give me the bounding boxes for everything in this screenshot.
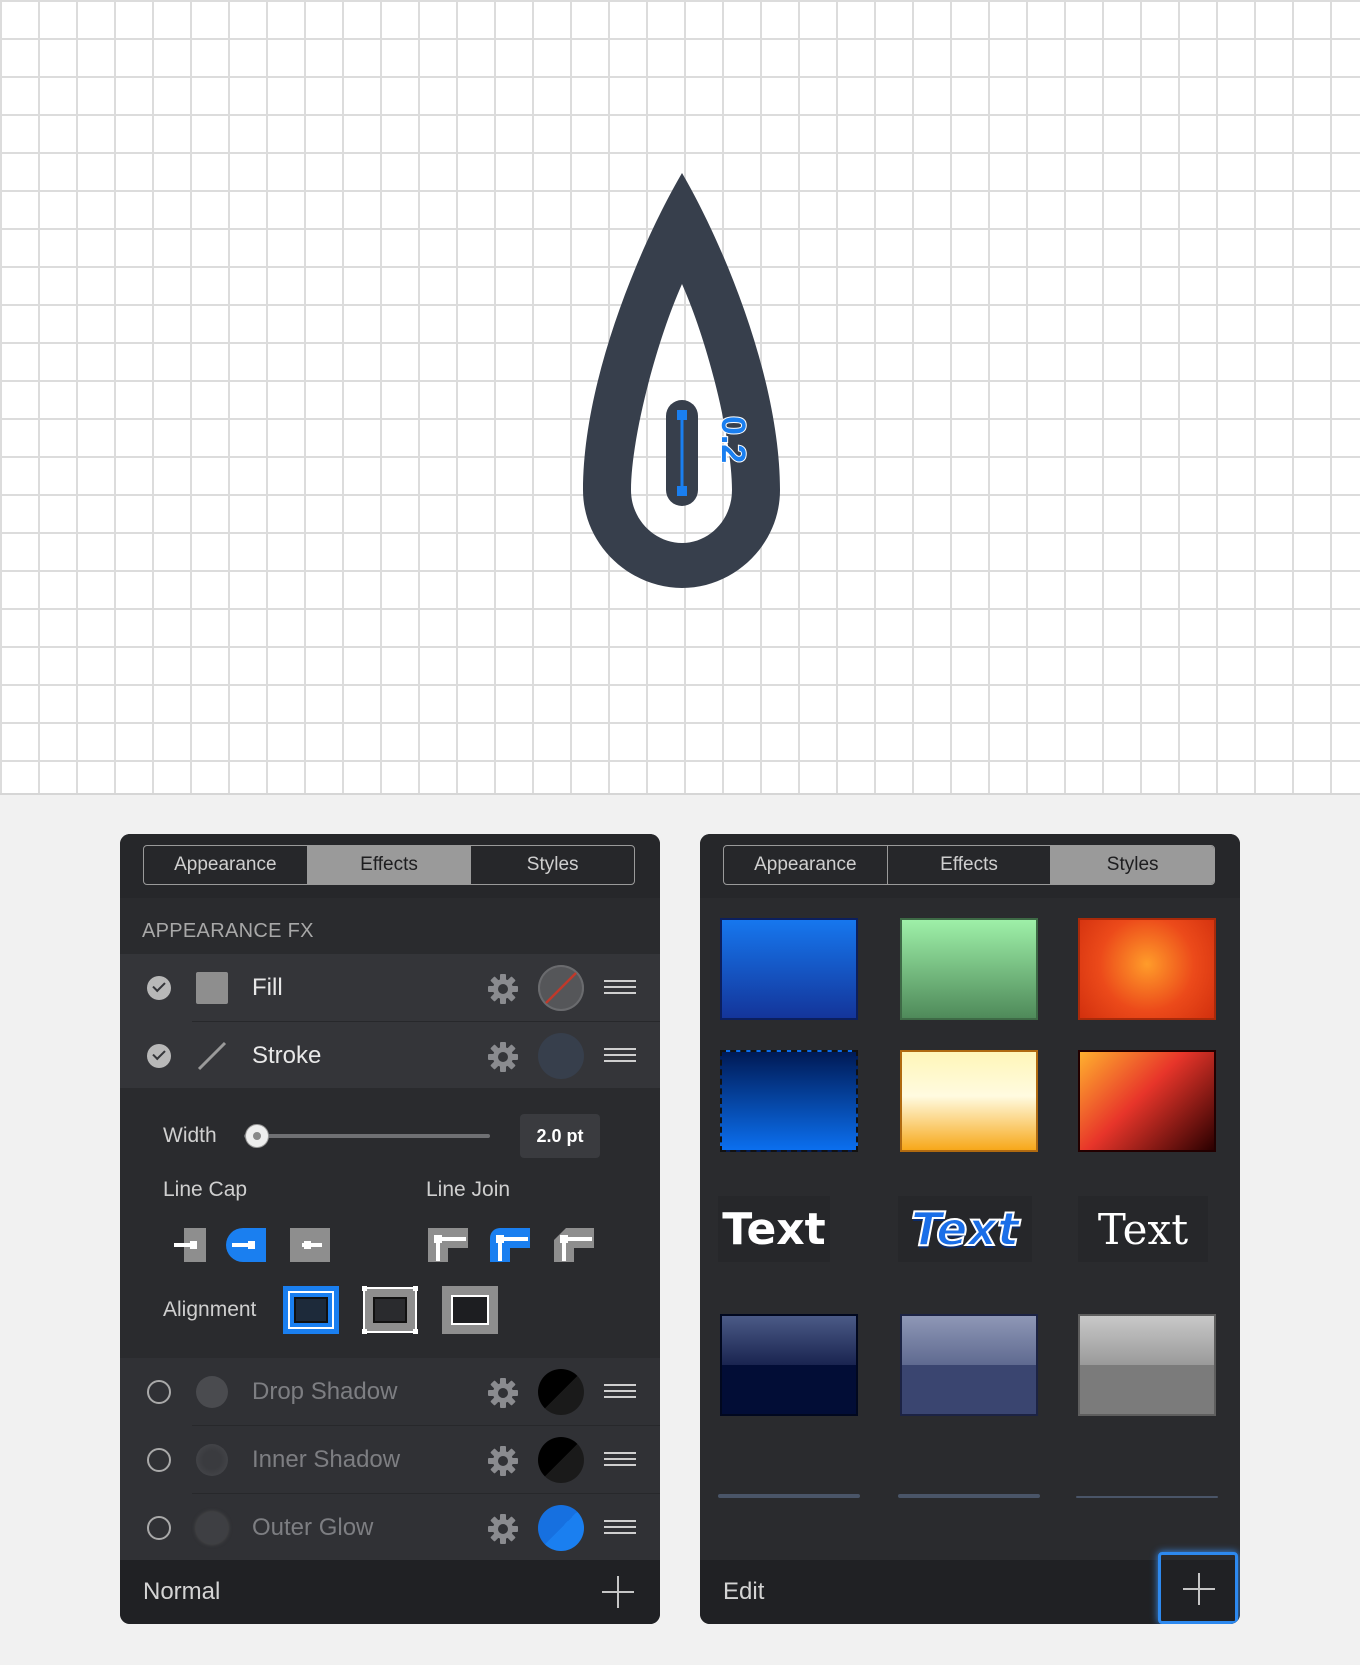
canvas-artwork: 0.2 bbox=[583, 173, 780, 588]
tab-styles[interactable]: Styles bbox=[1051, 846, 1214, 884]
butt-cap-icon[interactable] bbox=[172, 1228, 212, 1262]
align-center-icon[interactable] bbox=[362, 1286, 418, 1334]
edit-button[interactable]: Edit bbox=[723, 1578, 764, 1606]
bevel-join-icon[interactable] bbox=[554, 1228, 594, 1262]
text-style-label: Text bbox=[910, 1201, 1020, 1257]
style-swatch-partial[interactable] bbox=[898, 1494, 1040, 1498]
fx-label: Drop Shadow bbox=[252, 1378, 398, 1405]
square-cap-icon[interactable] bbox=[290, 1228, 330, 1262]
style-swatch-blue[interactable] bbox=[720, 918, 858, 1020]
drag-handle-icon[interactable] bbox=[604, 980, 636, 996]
checkmark-icon[interactable] bbox=[147, 1044, 171, 1068]
gear-icon[interactable] bbox=[487, 1513, 519, 1545]
add-effect-icon[interactable] bbox=[602, 1576, 634, 1608]
gear-icon[interactable] bbox=[487, 973, 519, 1005]
dimension-label: 0.2 bbox=[714, 416, 752, 463]
style-swatch-orange[interactable] bbox=[1078, 918, 1216, 1020]
gear-icon[interactable] bbox=[487, 1445, 519, 1477]
align-outside-icon[interactable] bbox=[442, 1286, 498, 1334]
checkmark-icon[interactable] bbox=[147, 976, 171, 1000]
style-swatch-gray[interactable] bbox=[1078, 1314, 1216, 1416]
shadow-color-swatch[interactable] bbox=[538, 1437, 584, 1483]
blend-mode-selector[interactable]: Normal bbox=[143, 1578, 220, 1606]
width-value-field[interactable]: 2.0 pt bbox=[520, 1114, 600, 1158]
align-inside-icon[interactable] bbox=[283, 1286, 339, 1334]
fx-row-drop-shadow[interactable]: Drop Shadow bbox=[120, 1358, 660, 1426]
drag-handle-icon[interactable] bbox=[604, 1048, 636, 1064]
fx-row-inner-shadow[interactable]: Inner Shadow bbox=[120, 1426, 660, 1494]
text-style-label: Text bbox=[722, 1203, 826, 1255]
panel-tabs: Appearance Effects Styles bbox=[143, 845, 635, 885]
miter-join-icon[interactable] bbox=[428, 1228, 468, 1262]
circle-icon bbox=[196, 1376, 228, 1408]
text-style-label: Text bbox=[1097, 1204, 1189, 1254]
drawing-canvas[interactable]: 0.2 bbox=[0, 0, 1360, 795]
alignment-label: Alignment bbox=[163, 1298, 257, 1321]
fx-row-stroke[interactable]: Stroke bbox=[120, 1022, 660, 1090]
text-style-comic[interactable]: Text bbox=[898, 1196, 1032, 1262]
text-style-serif[interactable]: Text bbox=[1078, 1196, 1208, 1262]
add-style-button[interactable] bbox=[1158, 1552, 1238, 1624]
gear-icon[interactable] bbox=[487, 1377, 519, 1409]
round-join-icon[interactable] bbox=[490, 1228, 530, 1262]
text-style-bold[interactable]: Text bbox=[718, 1196, 830, 1262]
tab-appearance[interactable]: Appearance bbox=[144, 846, 308, 884]
drag-handle-icon[interactable] bbox=[604, 1384, 636, 1400]
fill-swatch-none[interactable] bbox=[538, 965, 584, 1011]
line-stroke-icon bbox=[197, 1041, 227, 1071]
style-swatch-partial[interactable] bbox=[1076, 1496, 1218, 1498]
line-cap-label: Line Cap bbox=[163, 1178, 248, 1201]
tab-styles[interactable]: Styles bbox=[471, 846, 634, 884]
fx-row-outer-glow[interactable]: Outer Glow bbox=[120, 1494, 660, 1562]
style-swatch-yellow[interactable] bbox=[900, 1050, 1038, 1152]
style-swatch-navy[interactable] bbox=[720, 1314, 858, 1416]
styles-panel: Appearance Effects Styles Text Text Text… bbox=[700, 834, 1240, 1624]
appearance-panel: Appearance Effects Styles APPEARANCE FX … bbox=[120, 834, 660, 1624]
no-fill-slash-icon bbox=[545, 972, 577, 1004]
tab-appearance[interactable]: Appearance bbox=[724, 846, 888, 884]
tab-effects[interactable]: Effects bbox=[307, 846, 472, 884]
round-cap-icon[interactable] bbox=[226, 1228, 266, 1262]
stroke-options: Width 2.0 pt Line Cap Line Join Alignmen… bbox=[120, 1088, 660, 1358]
drag-handle-icon[interactable] bbox=[604, 1452, 636, 1468]
line-join-label: Line Join bbox=[426, 1178, 511, 1201]
tab-effects[interactable]: Effects bbox=[888, 846, 1052, 884]
style-swatch-partial[interactable] bbox=[718, 1494, 860, 1498]
unchecked-circle-icon[interactable] bbox=[147, 1380, 171, 1404]
unchecked-circle-icon[interactable] bbox=[147, 1516, 171, 1540]
width-label: Width bbox=[163, 1124, 217, 1147]
width-slider-track[interactable] bbox=[244, 1134, 490, 1138]
drag-handle-icon[interactable] bbox=[604, 1520, 636, 1536]
style-swatch-red-gradient[interactable] bbox=[1078, 1050, 1216, 1152]
fx-label: Inner Shadow bbox=[252, 1446, 401, 1473]
width-slider-knob[interactable] bbox=[246, 1125, 268, 1147]
anchor-point-bottom[interactable] bbox=[677, 486, 687, 496]
style-swatch-slate[interactable] bbox=[900, 1314, 1038, 1416]
fx-row-fill[interactable]: Fill bbox=[120, 954, 660, 1022]
circle-icon bbox=[196, 1512, 228, 1544]
fx-label: Stroke bbox=[252, 1042, 322, 1069]
gear-icon[interactable] bbox=[487, 1041, 519, 1073]
unchecked-circle-icon[interactable] bbox=[147, 1448, 171, 1472]
shadow-color-swatch[interactable] bbox=[538, 1369, 584, 1415]
style-swatch-green[interactable] bbox=[900, 918, 1038, 1020]
section-title: APPEARANCE FX bbox=[142, 920, 314, 942]
panel-footer: Normal bbox=[120, 1560, 660, 1624]
stroke-color-swatch[interactable] bbox=[538, 1033, 584, 1079]
panel-tabs: Appearance Effects Styles bbox=[723, 845, 1215, 885]
fx-label: Outer Glow bbox=[252, 1514, 374, 1541]
glow-color-swatch[interactable] bbox=[538, 1505, 584, 1551]
anchor-point-top[interactable] bbox=[677, 410, 687, 420]
plus-icon bbox=[1183, 1573, 1215, 1605]
circle-icon bbox=[196, 1444, 228, 1476]
style-swatch-dark-blue[interactable] bbox=[720, 1050, 858, 1152]
square-fill-icon bbox=[196, 972, 228, 1004]
fx-label: Fill bbox=[252, 974, 283, 1001]
teardrop-shape[interactable] bbox=[583, 173, 780, 588]
